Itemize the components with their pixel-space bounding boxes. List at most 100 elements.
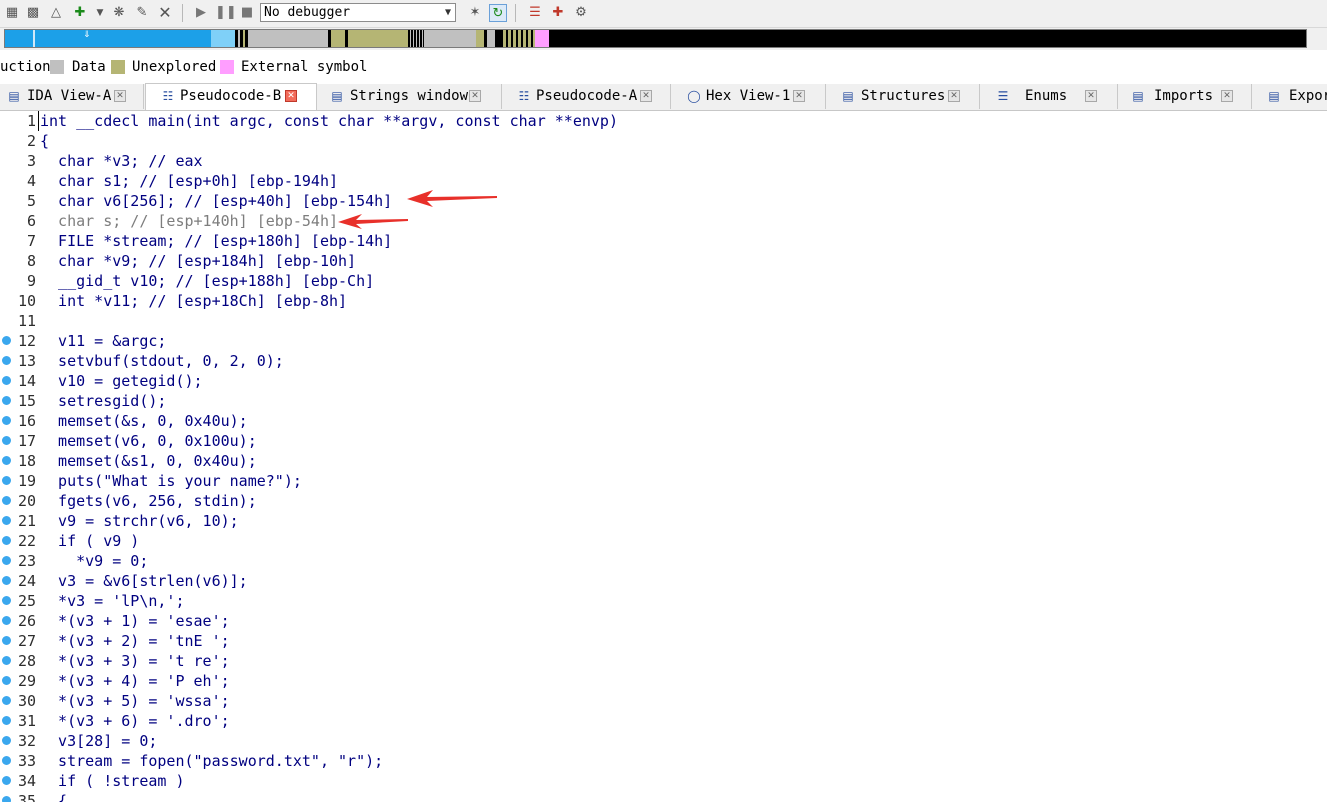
code-line[interactable]: 26 *(v3 + 1) = 'esae';: [0, 611, 1327, 631]
pseudocode-view[interactable]: 1 int __cdecl main(int argc, const char *…: [0, 111, 1327, 802]
tab-bar: ▤ IDA View-A ✕ ☷ Pseudocode-B ✕ ▤ String…: [0, 83, 1327, 111]
list-icon[interactable]: ☰: [526, 4, 544, 22]
code-line[interactable]: 35 {: [0, 791, 1327, 802]
refresh-icon[interactable]: ↻: [489, 4, 507, 22]
line-number: 17: [17, 432, 36, 450]
code-line[interactable]: 16 memset(&s, 0, 0x40u);: [0, 411, 1327, 431]
legend-label: uction: [0, 59, 51, 75]
legend-item-function: uction: [0, 56, 51, 78]
code-line[interactable]: 9 __gid_t v10; // [esp+188h] [ebp-Ch]: [0, 271, 1327, 291]
code-line[interactable]: 18 memset(&s1, 0, 0x40u);: [0, 451, 1327, 471]
debugger-select-value: No debugger: [264, 5, 351, 20]
close-icon[interactable]: ✕: [156, 4, 174, 22]
code-line[interactable]: 5 char v6[256]; // [esp+40h] [ebp-154h]: [0, 191, 1327, 211]
line-number: 15: [17, 392, 36, 410]
tab-enums[interactable]: ☰ Enums ✕: [981, 84, 1118, 109]
tab-pseudocode-b[interactable]: ☷ Pseudocode-B ✕: [145, 83, 317, 110]
code-text: if ( !stream ): [40, 772, 185, 790]
code-line[interactable]: 24 v3 = &v6[strlen(v6)];: [0, 571, 1327, 591]
code-line[interactable]: 32 v3[28] = 0;: [0, 731, 1327, 751]
close-icon[interactable]: ✕: [114, 90, 126, 102]
code-text: int __cdecl main(int argc, const char **…: [40, 112, 618, 130]
code-line[interactable]: 10 int *v11; // [esp+18Ch] [ebp-8h]: [0, 291, 1327, 311]
code-text: *(v3 + 5) = 'wssa';: [40, 692, 230, 710]
line-number: 7: [26, 232, 36, 250]
code-line[interactable]: 28 *(v3 + 3) = 't re';: [0, 651, 1327, 671]
code-line[interactable]: 15 setresgid();: [0, 391, 1327, 411]
close-icon[interactable]: ✕: [1085, 90, 1097, 102]
tools-icon[interactable]: ⚙: [572, 4, 590, 22]
close-icon[interactable]: ✕: [469, 90, 481, 102]
code-line[interactable]: 20 fgets(v6, 256, stdin);: [0, 491, 1327, 511]
line-number: 2: [26, 132, 36, 150]
code-line[interactable]: 23 *v9 = 0;: [0, 551, 1327, 571]
line-number: 3: [26, 152, 36, 170]
tab-label: Strings window: [350, 88, 469, 104]
add-string-icon[interactable]: ✚: [71, 4, 89, 22]
line-number: 14: [17, 372, 36, 390]
close-icon[interactable]: ✕: [285, 90, 297, 102]
close-icon[interactable]: ✕: [1221, 90, 1233, 102]
tab-hex-view-1[interactable]: ◯ Hex View-1 ✕: [672, 84, 826, 109]
code-line[interactable]: 7 FILE *stream; // [esp+180h] [ebp-14h]: [0, 231, 1327, 251]
debugger-select[interactable]: No debugger ▼: [260, 3, 456, 22]
code-text: setresgid();: [40, 392, 167, 410]
tab-exports[interactable]: ▤ Expor: [1253, 84, 1327, 109]
pause-icon[interactable]: ❚❚: [215, 4, 237, 22]
rename-icon[interactable]: ✎: [133, 4, 151, 22]
navigation-band[interactable]: ⇓: [0, 28, 1327, 50]
code-line[interactable]: 34 if ( !stream ): [0, 771, 1327, 791]
data-icon[interactable]: ▩: [24, 4, 42, 22]
code-line[interactable]: 4 char s1; // [esp+0h] [ebp-194h]: [0, 171, 1327, 191]
tab-imports[interactable]: ▤ Imports ✕: [1119, 84, 1252, 109]
chevron-down-icon[interactable]: ▼: [91, 4, 109, 22]
code-line[interactable]: 11: [0, 311, 1327, 331]
code-line[interactable]: 30 *(v3 + 5) = 'wssa';: [0, 691, 1327, 711]
tab-label: Structures: [861, 88, 946, 104]
add-breakpoint-icon[interactable]: ✚: [549, 4, 567, 22]
code-line[interactable]: 22 if ( v9 ): [0, 531, 1327, 551]
close-icon[interactable]: ✕: [640, 90, 652, 102]
code-line[interactable]: 33 stream = fopen("password.txt", "r");: [0, 751, 1327, 771]
code-line[interactable]: 6 char s; // [esp+140h] [ebp-54h]: [0, 211, 1327, 231]
close-icon[interactable]: ✕: [793, 90, 805, 102]
code-text: v10 = getegid();: [40, 372, 203, 390]
code-text: char s; // [esp+140h] [ebp-54h]: [40, 212, 339, 230]
code-line[interactable]: 13 setvbuf(stdout, 0, 2, 0);: [0, 351, 1327, 371]
code-line[interactable]: 12 v11 = &argc;: [0, 331, 1327, 351]
tab-structures[interactable]: ▤ Structures ✕: [827, 84, 980, 109]
code-line[interactable]: 21 v9 = strchr(v6, 10);: [0, 511, 1327, 531]
code-icon[interactable]: ▦: [3, 4, 21, 22]
tab-label: IDA View-A: [27, 88, 112, 104]
line-number: 22: [17, 532, 36, 550]
code-line[interactable]: 14 v10 = getegid();: [0, 371, 1327, 391]
code-text: *(v3 + 3) = 't re';: [40, 652, 230, 670]
code-line[interactable]: 17 memset(v6, 0, 0x100u);: [0, 431, 1327, 451]
tab-label: Expor: [1289, 88, 1327, 104]
code-line[interactable]: 29 *(v3 + 4) = 'P eh';: [0, 671, 1327, 691]
tab-pseudocode-a[interactable]: ☷ Pseudocode-A ✕: [503, 84, 671, 109]
code-line[interactable]: 1 int __cdecl main(int argc, const char *…: [0, 111, 1327, 131]
close-icon[interactable]: ✕: [948, 90, 960, 102]
code-text: *v9 = 0;: [40, 552, 149, 570]
code-text: v9 = strchr(v6, 10);: [40, 512, 239, 530]
code-line[interactable]: 2{: [0, 131, 1327, 151]
tab-strings-window[interactable]: ▤ Strings window ✕: [318, 84, 502, 109]
code-line[interactable]: 25 *v3 = 'lP\n,';: [0, 591, 1327, 611]
code-line[interactable]: 8 char *v9; // [esp+184h] [ebp-10h]: [0, 251, 1327, 271]
line-number: 11: [17, 312, 36, 330]
code-line[interactable]: 19 puts("What is your name?");: [0, 471, 1327, 491]
code-line[interactable]: 31 *(v3 + 6) = '.dro';: [0, 711, 1327, 731]
line-number: 6: [26, 212, 36, 230]
code-text: *(v3 + 1) = 'esae';: [40, 612, 230, 630]
add-struct-icon[interactable]: △: [47, 4, 65, 22]
code-line[interactable]: 27 *(v3 + 2) = 'tnE ';: [0, 631, 1327, 651]
tab-ida-view-a[interactable]: ▤ IDA View-A ✕: [0, 84, 144, 109]
stop-icon[interactable]: ■: [238, 4, 256, 22]
play-icon[interactable]: ▶: [192, 4, 210, 22]
attach-icon[interactable]: ✶: [466, 4, 484, 22]
undefine-icon[interactable]: ❋: [110, 4, 128, 22]
navigation-bar[interactable]: ⇓: [4, 29, 1307, 48]
legend-item-external-symbol: External symbol: [241, 56, 367, 78]
code-line[interactable]: 3 char *v3; // eax: [0, 151, 1327, 171]
